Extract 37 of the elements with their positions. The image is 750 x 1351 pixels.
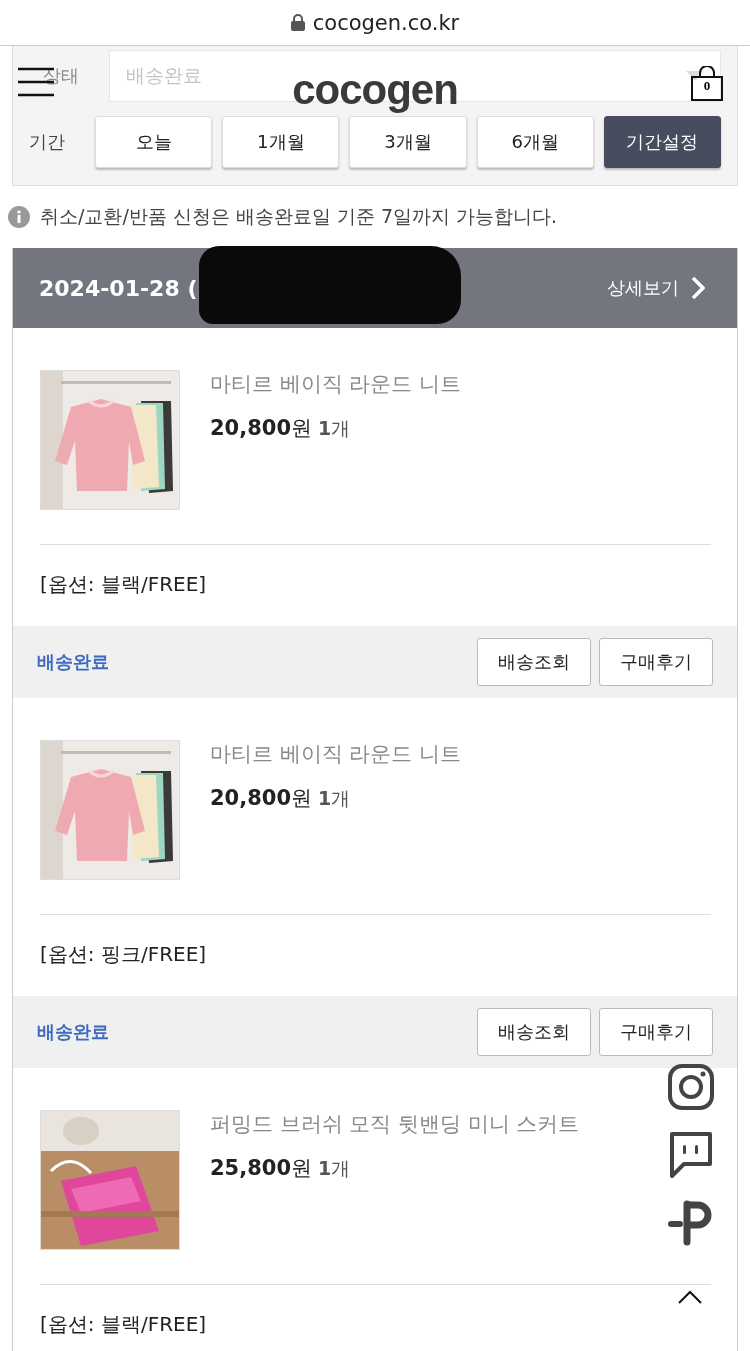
period-button[interactable]: 1개월 [222, 116, 340, 168]
product-price: 20,800원 [210, 785, 313, 812]
period-label: 기간 [29, 130, 66, 154]
product-option: [옵션: 핑크/FREE] [40, 941, 207, 968]
period-button[interactable]: 오늘 [95, 116, 213, 168]
chevron-right-icon [691, 276, 705, 300]
order-action-button[interactable]: 배송조회 [477, 638, 591, 686]
notice-text: 취소/교환/반품 신청은 배송완료일 기준 7일까지 가능합니다. [40, 204, 558, 229]
order-date: 2024-01-28 ( [39, 275, 198, 301]
product-quantity: 1개 [318, 786, 351, 811]
product-name[interactable]: 마티르 베이직 라운드 니트 [210, 740, 462, 768]
period-button[interactable]: 기간설정 [603, 116, 721, 168]
order-action-button[interactable]: 구매후기 [599, 638, 713, 686]
product-option: [옵션: 블랙/FREE] [40, 571, 207, 598]
info-icon [8, 206, 30, 228]
product-name[interactable]: 마티르 베이직 라운드 니트 [210, 370, 462, 398]
product-name[interactable]: 퍼밍드 브러쉬 모직 뒷밴딩 미니 스커트 [210, 1110, 580, 1138]
url-text[interactable]: cocogen.co.kr [312, 10, 460, 35]
product-option: [옵션: 블랙/FREE] [40, 1311, 207, 1338]
product-quantity: 1개 [318, 1156, 351, 1181]
lock-icon [290, 14, 305, 31]
product-price: 25,800원 [210, 1155, 313, 1182]
status-label: 상태 [42, 64, 80, 88]
chat-icon[interactable] [668, 1132, 714, 1178]
order-action-button[interactable]: 배송조회 [477, 1008, 591, 1056]
cart-count: 0 [702, 78, 712, 94]
period-button[interactable]: 6개월 [476, 116, 594, 168]
order-action-button[interactable]: 구매후기 [599, 1008, 713, 1056]
period-button[interactable]: 3개월 [349, 116, 467, 168]
p-logo-icon[interactable] [668, 1200, 714, 1246]
product-quantity: 1개 [318, 416, 351, 441]
instagram-icon[interactable] [668, 1064, 714, 1110]
delivery-status: 배송완료 [37, 1020, 109, 1044]
scroll-top-icon[interactable] [678, 1290, 702, 1304]
delivery-status: 배송완료 [37, 650, 109, 674]
product-price: 20,800원 [210, 415, 313, 442]
detail-link[interactable]: 상세보기 [601, 275, 711, 301]
